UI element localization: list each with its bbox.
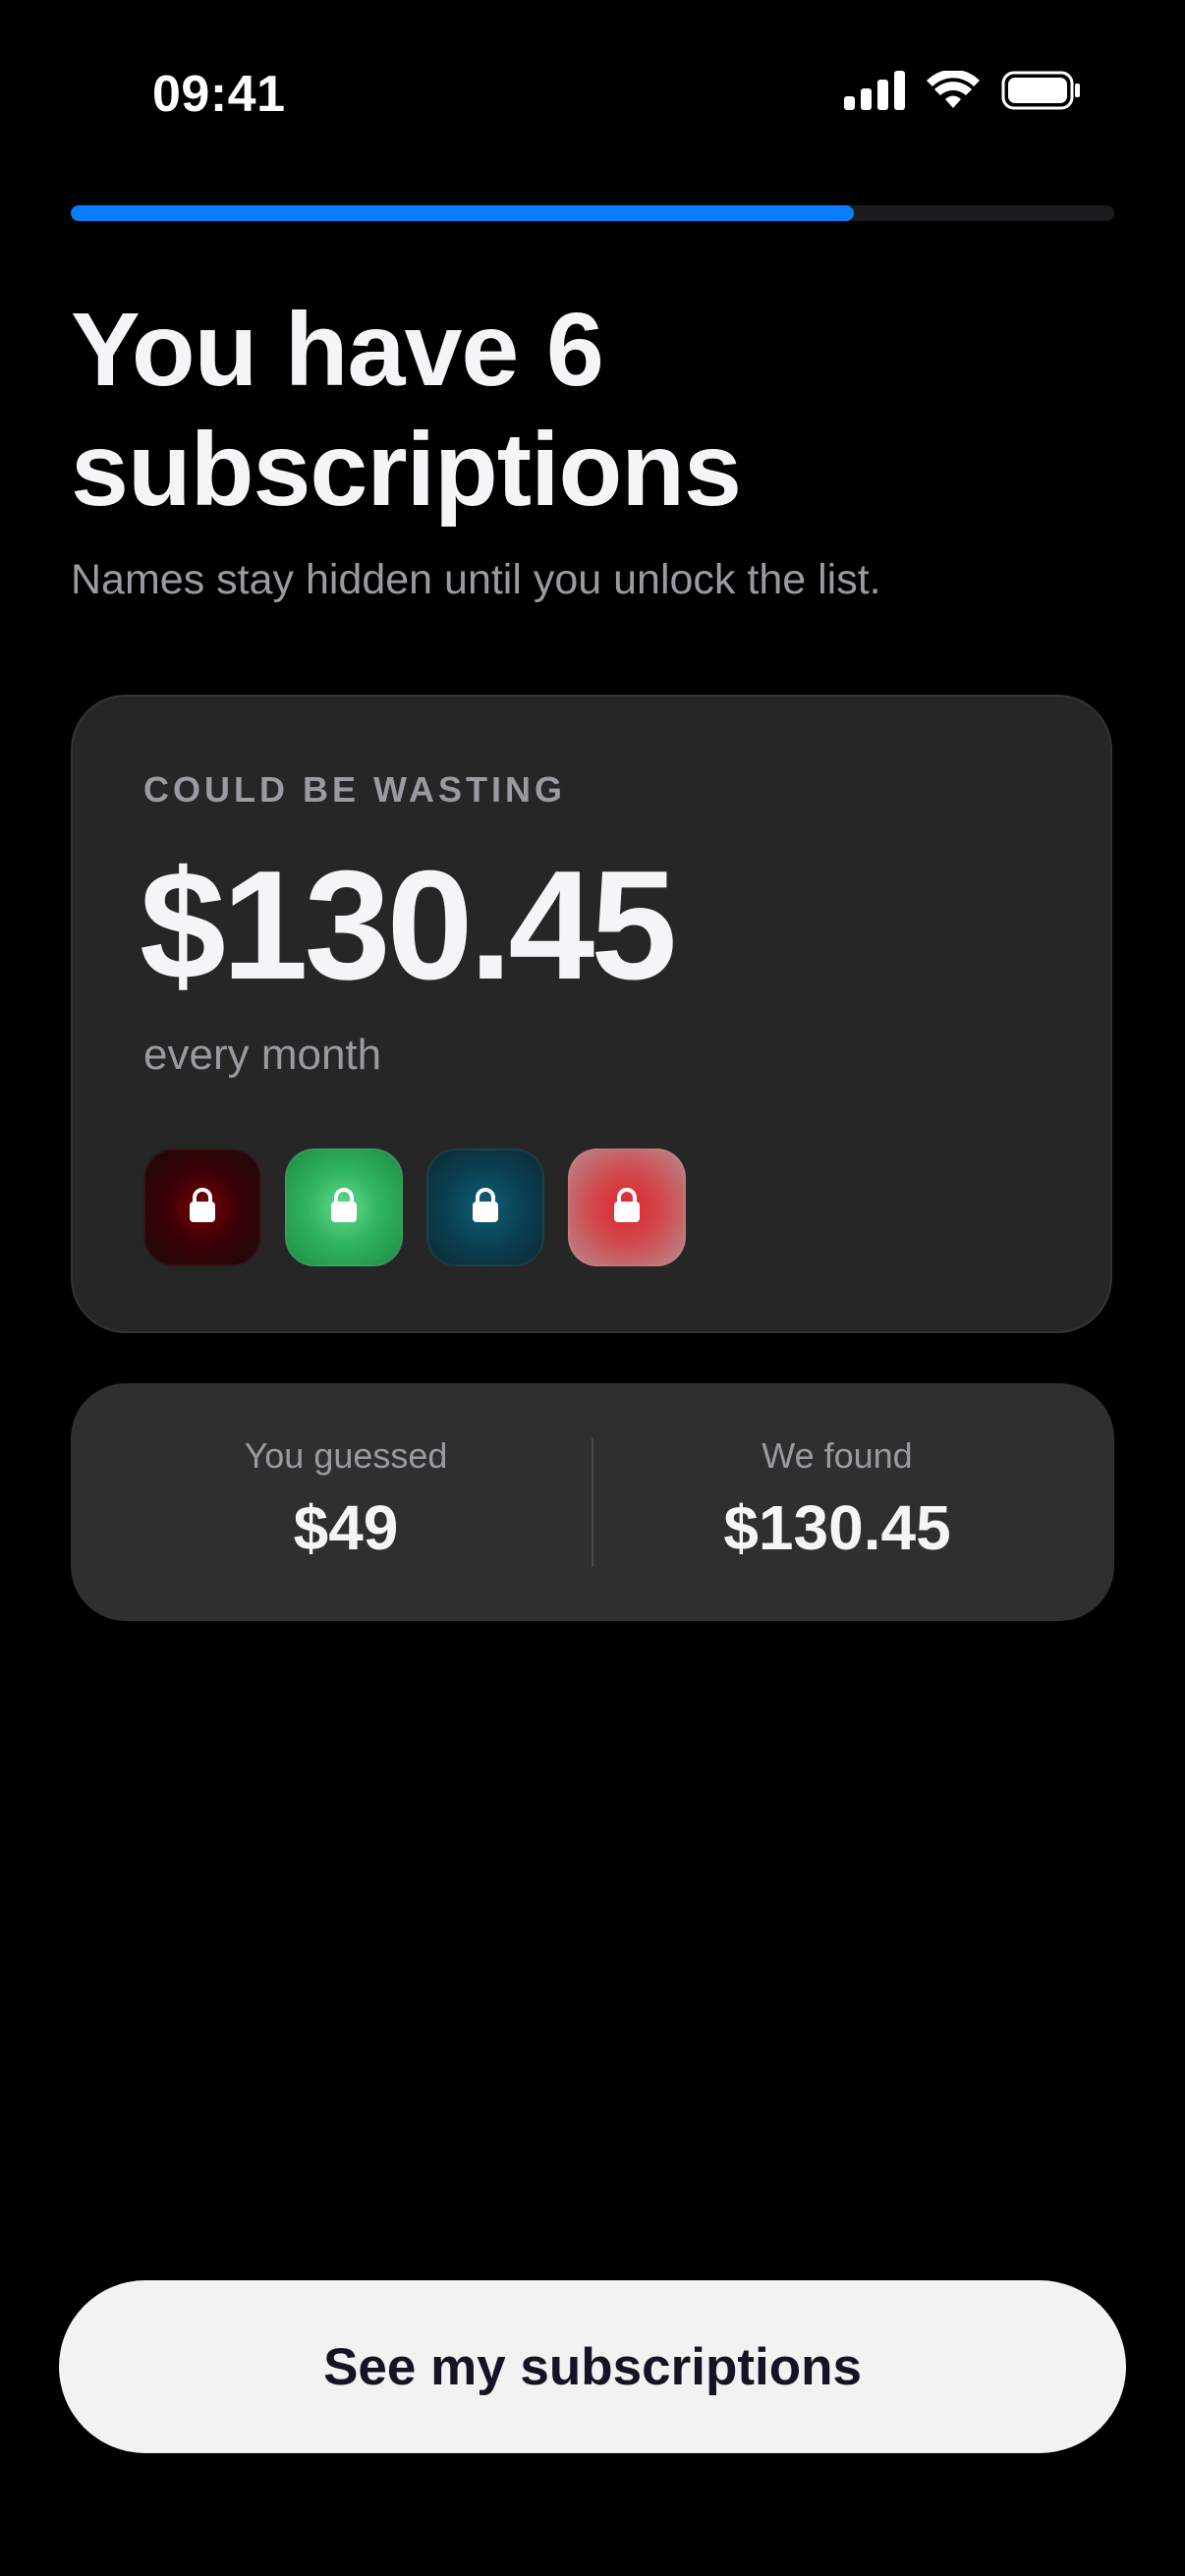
guessed-value: $49 xyxy=(293,1492,399,1563)
lock-icon xyxy=(329,1187,359,1229)
guess-comparison-card: You guessed $49 We found $130.45 xyxy=(71,1383,1114,1621)
locked-subscription-tile xyxy=(285,1148,403,1266)
guessed-column: You guessed $49 xyxy=(100,1434,592,1564)
status-bar: 09:41 xyxy=(0,0,1185,187)
wasting-period: every month xyxy=(143,1031,382,1079)
page-subtitle: Names stay hidden until you unlock the l… xyxy=(71,556,881,603)
wasting-amount: $130.45 xyxy=(140,839,677,1012)
locked-subscription-tile xyxy=(568,1148,686,1266)
lock-icon xyxy=(612,1187,642,1229)
wasting-summary-card: COULD BE WASTING $130.45 every month xyxy=(71,695,1112,1333)
locked-subscription-icons xyxy=(143,1148,686,1266)
wasting-label: COULD BE WASTING xyxy=(143,769,566,810)
wifi-icon xyxy=(927,69,980,115)
locked-subscription-tile xyxy=(426,1148,544,1266)
found-column: We found $130.45 xyxy=(592,1434,1083,1564)
battery-icon xyxy=(1001,71,1082,115)
status-time: 09:41 xyxy=(152,66,286,123)
locked-subscription-tile xyxy=(143,1148,261,1266)
status-icons xyxy=(844,69,1082,115)
found-value: $130.45 xyxy=(723,1492,951,1563)
found-label: We found xyxy=(762,1435,913,1476)
see-subscriptions-button[interactable]: See my subscriptions xyxy=(59,2280,1126,2453)
lock-icon xyxy=(188,1187,217,1229)
guessed-label: You guessed xyxy=(244,1435,448,1476)
signal-icon xyxy=(844,71,905,115)
progress-fill xyxy=(71,205,854,221)
onboarding-progress-bar xyxy=(71,205,1114,221)
page-title: You have 6 subscriptions xyxy=(71,292,742,528)
lock-icon xyxy=(471,1187,500,1229)
